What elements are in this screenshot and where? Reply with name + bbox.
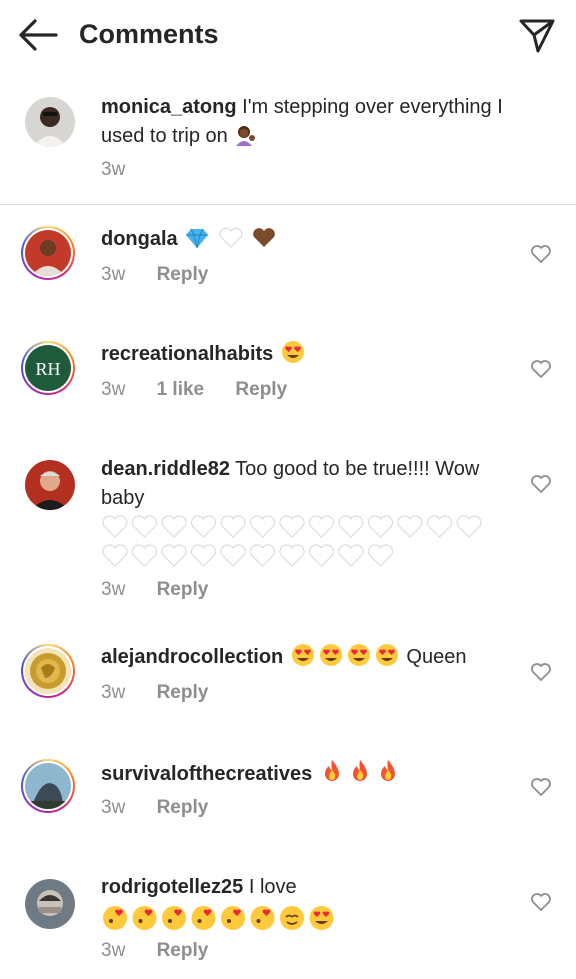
reply-button[interactable]: Reply [157,579,209,600]
post-caption: monica_atong I'm stepping over everythin… [0,78,576,204]
reply-button[interactable]: Reply [157,682,209,703]
woman-tipping-hand-emoji [234,124,256,146]
heart-outline-icon[interactable] [530,474,552,494]
caption-time: 3w [101,159,126,180]
heart-eyes-emoji [290,643,316,667]
comment-time: 3w [101,579,126,600]
brown-heart-emoji [251,227,277,249]
kiss-emoji-row [101,903,341,933]
reply-button[interactable]: Reply [157,940,209,961]
comment-item: rodrigotellez25 I love 3w Reply [0,855,576,979]
comment-item: alejandrocollection Queen 3w Reply [0,625,576,735]
comment-username[interactable]: dongala [101,228,178,250]
comment-text: Queen [406,646,467,668]
fire-emoji [347,758,373,784]
fire-emoji [375,758,401,784]
comment-time: 3w [101,797,126,818]
heart-eyes-emoji [346,643,372,667]
comment-time: 3w [101,264,126,285]
avatar[interactable] [25,879,75,929]
comment-item: survivalofthecreatives 3w Reply [0,740,576,850]
avatar[interactable] [21,226,75,280]
avatar[interactable]: RH [21,341,75,395]
page-title: Comments [79,19,219,49]
back-arrow-icon[interactable] [18,18,58,52]
avatar[interactable] [25,460,75,510]
fire-emoji [319,758,345,784]
comment-item: dean.riddle82 Too good to be true!!!! Wo… [0,435,576,615]
heart-outline-icon[interactable] [530,359,552,379]
avatar-monogram: RH [35,359,60,379]
comment-item: dongala 3w Reply [0,205,576,315]
comment-username[interactable]: survivalofthecreatives [101,763,312,785]
heart-eyes-emoji [280,340,306,364]
diamond-emoji [184,227,210,249]
heart-outline-icon[interactable] [530,244,552,264]
reply-button[interactable]: Reply [157,264,209,285]
comment-username[interactable]: recreationalhabits [101,343,273,365]
like-count[interactable]: 1 like [157,379,205,400]
comment-item: RH recreationalhabits 3w 1 like Reply [0,320,576,430]
heart-outline-icon[interactable] [530,662,552,682]
header-bar: Comments [0,0,576,70]
comment-time: 3w [101,682,126,703]
comment-username[interactable]: dean.riddle82 [101,458,230,480]
reply-button[interactable]: Reply [235,379,287,400]
comment-username[interactable]: rodrigotellez25 [101,876,243,898]
heart-outline-icon[interactable] [530,892,552,912]
caption-username[interactable]: monica_atong [101,96,237,118]
white-hearts-emoji-row [101,513,501,571]
avatar[interactable] [25,97,75,147]
heart-outline-icon[interactable] [530,777,552,797]
white-heart-emoji [218,227,244,249]
comment-time: 3w [101,379,126,400]
avatar[interactable] [21,759,75,813]
heart-eyes-emoji [318,643,344,667]
reply-button[interactable]: Reply [157,797,209,818]
heart-eyes-emoji [374,643,400,667]
comment-text: I love [248,876,297,898]
comment-username[interactable]: alejandrocollection [101,646,283,668]
avatar[interactable] [21,644,75,698]
comment-time: 3w [101,940,126,961]
send-icon[interactable] [518,16,556,54]
